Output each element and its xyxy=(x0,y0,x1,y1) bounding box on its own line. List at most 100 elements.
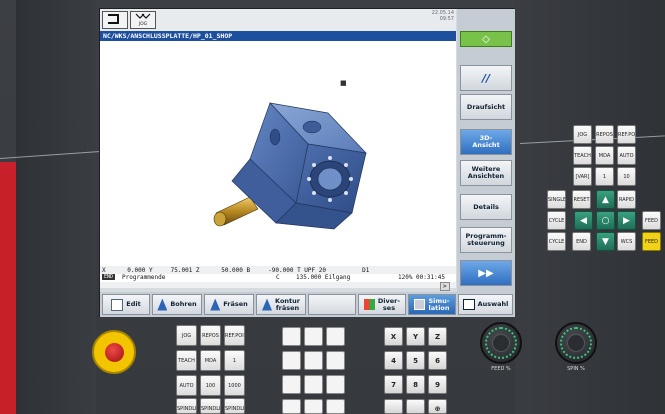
key-4[interactable]: 4 xyxy=(384,351,403,370)
var-key[interactable]: [VAR] xyxy=(573,167,592,186)
softkey-programmsteuerung[interactable]: Programm- steuerung xyxy=(460,227,512,253)
workpiece-3d-model xyxy=(213,102,367,230)
blank-key[interactable] xyxy=(326,399,345,414)
blank-key[interactable] xyxy=(304,327,323,346)
hmi-screen: JOG 22.05.14 09:57 NC/WKS/ANSCHLUSSPLATT… xyxy=(99,8,515,317)
key-9[interactable]: 9 xyxy=(428,375,447,394)
end-key[interactable]: END xyxy=(572,232,591,251)
softkey-edit-label: Edit xyxy=(126,300,141,308)
softkey-weitere-ansichten[interactable]: Weitere Ansichten xyxy=(460,160,512,186)
status-next-arrow[interactable]: > xyxy=(440,282,450,291)
key-5[interactable]: 5 xyxy=(406,351,425,370)
blank-key[interactable] xyxy=(282,375,301,394)
lower-key-mda[interactable]: MDA xyxy=(200,350,221,371)
lower-key-spindle-stop[interactable]: SPINDLE STOP xyxy=(200,398,221,414)
lower-key-ref[interactable]: REF.POINT xyxy=(224,325,245,346)
key-y[interactable]: Y xyxy=(406,327,425,346)
position-status: X 0.000 Y 75.001 Z 50.000 B -90.000 T UP… xyxy=(100,266,456,291)
feed-stop-key[interactable]: FEED STOP xyxy=(642,211,661,230)
softkey-konturfraesen[interactable]: Kontur fräsen xyxy=(256,294,306,315)
blank-key[interactable] xyxy=(282,327,301,346)
softkey-forward[interactable]: ▶▶ xyxy=(460,260,512,286)
axis-down-key[interactable]: ▼ xyxy=(596,232,615,251)
mda-key[interactable]: MDA xyxy=(595,146,614,165)
softkey-fraesen[interactable]: Fräsen xyxy=(204,294,254,315)
softkey-3d-ansicht[interactable]: 3D- Ansicht xyxy=(460,129,512,155)
softkey-simulation[interactable]: Simu- lation xyxy=(408,294,456,315)
jog-mode-icon[interactable]: JOG xyxy=(130,11,156,29)
inc-10-key[interactable]: 10 xyxy=(617,167,636,186)
lower-key-repos[interactable]: REPOS xyxy=(200,325,221,346)
softkey-diverses[interactable]: Diver- ses xyxy=(358,294,406,315)
softkey-auswahl[interactable]: Auswahl xyxy=(458,294,513,315)
axis-up-key[interactable]: ▲ xyxy=(596,190,615,209)
key-6[interactable]: 6 xyxy=(428,351,447,370)
single-block-key[interactable]: SINGLE BLOCK xyxy=(547,190,566,209)
reset-key[interactable]: RESET xyxy=(572,190,591,209)
softkey-edit[interactable]: Edit xyxy=(102,294,150,315)
softkey-machine-home[interactable]: ◇ xyxy=(460,31,512,47)
blank-alpha-key[interactable] xyxy=(384,399,403,414)
key-8[interactable]: 8 xyxy=(406,375,425,394)
blank-key[interactable] xyxy=(304,399,323,414)
lower-key-inc-100[interactable]: 100 xyxy=(200,375,221,396)
vertical-softkey-bar: ◇ // Draufsicht 3D- Ansicht Weitere Ansi… xyxy=(457,9,515,292)
softkey-draufsicht[interactable]: Draufsicht xyxy=(460,94,512,120)
auto-key[interactable]: AUTO xyxy=(617,146,636,165)
lower-key-inc-1000[interactable]: 1000 xyxy=(224,375,245,396)
feed-override-knob[interactable] xyxy=(480,322,522,364)
spindle-override-label: SPIN % xyxy=(567,366,585,372)
key-7[interactable]: 7 xyxy=(384,375,403,394)
program-status-row: END Programmende C 135.000 Eilgang 120% … xyxy=(100,274,456,282)
lower-key-inc-1[interactable]: 1 xyxy=(224,350,245,371)
rapid-key[interactable]: RAPID xyxy=(617,190,636,209)
repos-key[interactable]: REPOS xyxy=(595,125,614,144)
auswahl-icon xyxy=(462,299,475,310)
teach-in-key[interactable]: TEACH IN xyxy=(573,146,592,165)
axis-left-key[interactable]: ◀ xyxy=(574,211,593,230)
inc-1-key[interactable]: 1 xyxy=(595,167,614,186)
lower-key-spindle-left[interactable]: SPINDLE LEFT xyxy=(176,398,197,414)
blank-key[interactable] xyxy=(326,375,345,394)
rapid-override-key[interactable]: ⊕ xyxy=(428,399,447,414)
lower-key-spindle-right[interactable]: SPINDLE RIGHT xyxy=(224,398,245,414)
edit-icon xyxy=(111,298,124,311)
machine-area-icon[interactable] xyxy=(102,11,128,29)
emergency-stop-button[interactable] xyxy=(92,330,136,374)
jog-mode-key[interactable]: JOG xyxy=(573,125,592,144)
slash-icon: // xyxy=(481,71,491,85)
axis-center-key[interactable]: ○ xyxy=(596,211,615,230)
softkey-empty[interactable] xyxy=(308,294,356,315)
horizontal-softkey-bar: Edit Bohren Fräsen Kontur fräsen Diver- … xyxy=(100,292,515,317)
spindle-override-cap xyxy=(567,334,585,352)
simulation-view[interactable]: ■ xyxy=(100,41,456,266)
lower-key-auto[interactable]: AUTO xyxy=(176,375,197,396)
softkey-diverses-label: Diver- ses xyxy=(377,296,401,312)
feed-start-key[interactable]: FEED START xyxy=(642,232,661,251)
spindle-override-knob[interactable] xyxy=(555,322,597,364)
blank-key[interactable] xyxy=(304,375,323,394)
axis-right-key[interactable]: ▶ xyxy=(617,211,636,230)
softkey-slash[interactable]: // xyxy=(460,65,512,91)
blank-key[interactable] xyxy=(326,327,345,346)
blank-key[interactable] xyxy=(326,351,345,370)
cycle-start-key[interactable]: CYCLE START xyxy=(547,232,566,251)
red-side-strip xyxy=(0,162,16,414)
lower-key-jog[interactable]: JOG xyxy=(176,325,197,346)
blank-key[interactable] xyxy=(282,351,301,370)
softkey-konturfraesen-label: Kontur fräsen xyxy=(275,296,300,312)
blank-key[interactable] xyxy=(282,399,301,414)
key-z[interactable]: Z xyxy=(428,327,447,346)
softkey-fraesen-label: Fräsen xyxy=(223,300,248,308)
contour-icon xyxy=(262,298,273,311)
fast-forward-icon: ▶▶ xyxy=(478,267,494,279)
softkey-details[interactable]: Details xyxy=(460,194,512,220)
blank-alpha-key[interactable] xyxy=(406,399,425,414)
blank-key[interactable] xyxy=(304,351,323,370)
cycle-stop-key[interactable]: CYCLE STOP xyxy=(547,211,566,230)
key-x[interactable]: X xyxy=(384,327,403,346)
lower-key-teach[interactable]: TEACH IN xyxy=(176,350,197,371)
wcs-mcs-key[interactable]: WCS MCS xyxy=(617,232,636,251)
ref-point-key[interactable]: REF.POINT xyxy=(617,125,636,144)
softkey-bohren[interactable]: Bohren xyxy=(152,294,202,315)
